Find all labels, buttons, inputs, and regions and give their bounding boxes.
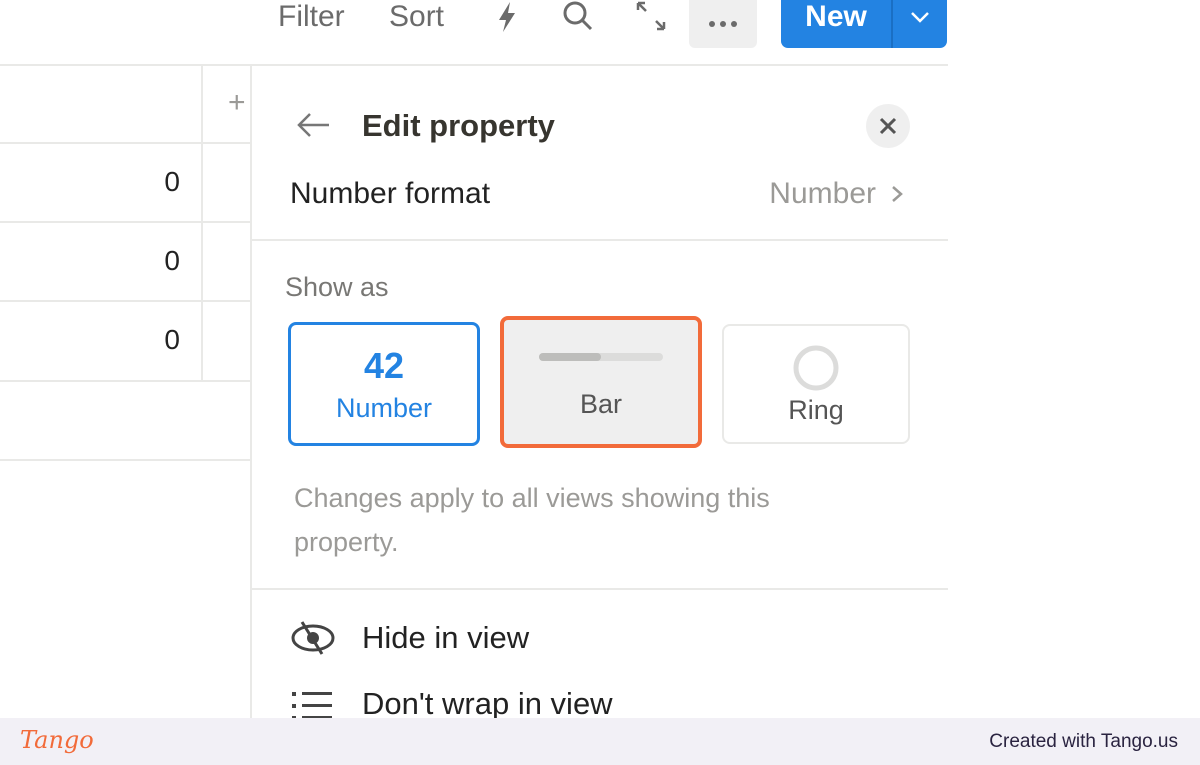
chevron-right-icon xyxy=(892,186,903,202)
hide-in-view-label: Hide in view xyxy=(362,620,530,655)
eye-off-icon xyxy=(291,621,335,655)
number-format-label: Number format xyxy=(290,177,491,210)
close-icon xyxy=(879,117,897,135)
filter-button[interactable]: Filter xyxy=(278,0,345,34)
number-format-value: Number xyxy=(769,177,876,210)
add-column-button[interactable]: + xyxy=(228,86,246,120)
number-cell[interactable]: 0 xyxy=(0,245,180,277)
new-button-group: New xyxy=(781,0,947,48)
number-cell[interactable]: 0 xyxy=(0,324,180,356)
dont-wrap-item[interactable]: Don't wrap in view xyxy=(292,686,613,718)
edit-property-panel: Edit property Number format Number Show … xyxy=(250,66,948,718)
number-preview: 42 xyxy=(363,344,405,386)
bar-option-label: Bar xyxy=(579,388,623,419)
ring-preview-icon xyxy=(793,345,839,390)
panel-title: Edit property xyxy=(362,108,555,143)
changes-note: Changes apply to all views showing this … xyxy=(294,483,770,557)
bar-preview xyxy=(539,352,663,361)
show-as-number-option[interactable]: 42 Number xyxy=(288,322,480,446)
sort-button[interactable]: Sort xyxy=(389,0,444,34)
hide-in-view-item[interactable]: Hide in view xyxy=(290,618,529,658)
more-button[interactable] xyxy=(689,0,757,48)
new-button[interactable]: New xyxy=(781,0,891,48)
tango-logo: Tango xyxy=(20,726,94,754)
show-as-bar-option[interactable]: Bar xyxy=(500,316,702,448)
number-format-row[interactable]: Number format Number xyxy=(290,174,910,214)
number-cell[interactable]: 0 xyxy=(0,166,180,198)
app-window: Filter Sort New + 0 0 0 Edit property Nu… xyxy=(0,0,948,718)
number-option-label: Number xyxy=(335,392,433,423)
search-icon[interactable] xyxy=(560,0,596,34)
dont-wrap-label: Don't wrap in view xyxy=(362,686,613,718)
show-as-label: Show as xyxy=(285,272,389,302)
created-with-text: Created with Tango.us xyxy=(989,731,1178,752)
close-button[interactable] xyxy=(866,104,910,148)
show-as-ring-option[interactable]: Ring xyxy=(722,324,910,444)
ring-option-label: Ring xyxy=(788,394,844,425)
back-arrow-icon[interactable] xyxy=(296,111,332,139)
lightning-icon[interactable] xyxy=(494,0,520,34)
chevron-down-icon[interactable] xyxy=(893,0,947,36)
expand-icon[interactable] xyxy=(634,0,668,34)
tango-footer: Tango Created with Tango.us xyxy=(0,718,1200,765)
list-icon xyxy=(292,692,332,718)
